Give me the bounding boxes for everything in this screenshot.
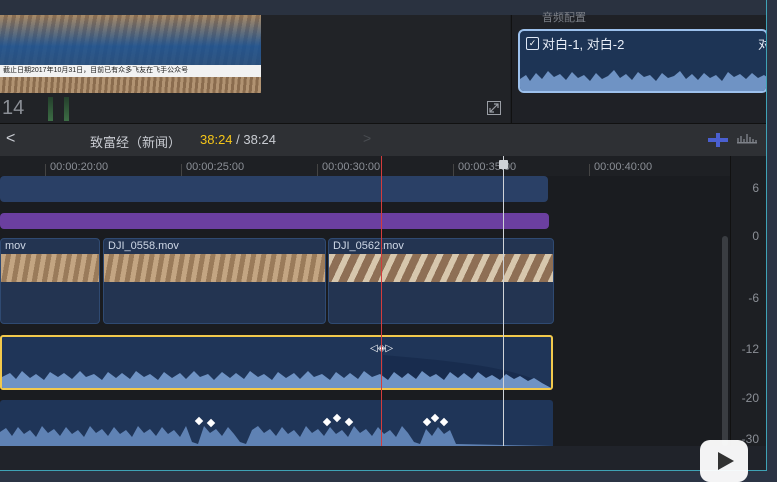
- viewer-caption: 截止日期2017年10月31日，目前已有众多飞友在飞手公众号: [0, 65, 261, 77]
- ruler-label: 00:00:25:00: [186, 161, 245, 173]
- role-waveform: [520, 70, 766, 91]
- app-window: 截止日期2017年10月31日，目前已有众多飞友在飞手公众号 14 音频配置 ✓…: [0, 0, 767, 471]
- meter-label: -20: [741, 391, 759, 405]
- meter-label: 0: [752, 229, 759, 243]
- playhead[interactable]: [381, 156, 382, 446]
- audio-snap-icon[interactable]: [737, 133, 757, 147]
- meter-label: -12: [741, 342, 759, 356]
- current-duration: 38:24: [200, 132, 233, 147]
- clip-filmstrip: [1, 254, 99, 282]
- selected-audio-clip[interactable]: [0, 335, 553, 390]
- forward-button[interactable]: >: [363, 130, 371, 146]
- ruler-label: 00:00:30:00: [322, 161, 381, 173]
- ruler-tick: [317, 164, 318, 176]
- ruler-tick: [181, 164, 182, 176]
- audio-meter-scale: 6 0 -6 -12 -20 -30: [722, 156, 766, 446]
- viewer-timecode: 14: [2, 97, 25, 119]
- viewer: 截止日期2017年10月31日，目前已有众多飞友在飞手公众号 14: [0, 15, 510, 123]
- role-card[interactable]: ✓ 对白-1, 对白-2 对: [518, 29, 766, 93]
- audio-waveform: [2, 355, 551, 388]
- viewer-field-image: [0, 77, 261, 93]
- skimmer[interactable]: [503, 156, 504, 446]
- project-name: 致富经（新闻）: [90, 135, 182, 150]
- back-button[interactable]: <: [6, 130, 15, 148]
- ruler-tick: [589, 164, 590, 176]
- audio-clip[interactable]: [0, 400, 553, 446]
- timeline-ruler[interactable]: 00:00:20:00 00:00:25:00 00:00:30:00 00:0…: [0, 156, 730, 176]
- timeline[interactable]: 00:00:20:00 00:00:25:00 00:00:30:00 00:0…: [0, 156, 730, 446]
- viewer-frame: 截止日期2017年10月31日，目前已有众多飞友在飞手公众号: [0, 15, 261, 93]
- bottom-bar: [0, 446, 766, 470]
- timeline-header: < 致富经（新闻） 38:24 / 38:24 >: [0, 123, 766, 156]
- meter-label: 6: [752, 181, 759, 195]
- meter-label: -6: [748, 291, 759, 305]
- clip-name: mov: [5, 240, 26, 252]
- role-label: 对白-1, 对白-2: [542, 37, 625, 52]
- audio-meter-left: [48, 97, 53, 121]
- connected-title-clip[interactable]: [0, 176, 548, 202]
- inspector-title: 音频配置: [542, 12, 586, 24]
- ruler-tick: [45, 164, 46, 176]
- skimming-icon[interactable]: [708, 133, 728, 147]
- play-icon[interactable]: [700, 440, 748, 482]
- total-duration: 38:24: [243, 132, 276, 147]
- role-checkbox[interactable]: ✓: [526, 37, 539, 50]
- clip-name: DJI_0562.mov: [333, 240, 404, 252]
- project-duration: 38:24 / 38:24: [200, 132, 276, 147]
- fullscreen-icon[interactable]: [487, 101, 501, 115]
- clip-name: DJI_0558.mov: [108, 240, 179, 252]
- connected-effect-clip[interactable]: [0, 213, 549, 229]
- audio-waveform: [0, 426, 553, 446]
- ruler-label: 00:00:40:00: [594, 161, 653, 173]
- top-strip: [0, 0, 766, 15]
- timeline-scrollbar[interactable]: [722, 236, 728, 446]
- video-clip[interactable]: DJI_0562.mov: [328, 238, 554, 324]
- skimmer-handle[interactable]: [499, 160, 508, 169]
- clip-filmstrip: [104, 254, 325, 282]
- role-label-overflow: 对: [758, 34, 766, 53]
- ruler-tick: [453, 164, 454, 176]
- video-clip[interactable]: mov: [0, 238, 100, 324]
- audio-meter-right: [64, 97, 69, 121]
- ruler-label: 00:00:20:00: [50, 161, 109, 173]
- clip-filmstrip: [329, 254, 553, 282]
- video-clip[interactable]: DJI_0558.mov: [103, 238, 326, 324]
- audio-inspector: 音频配置 ✓ 对白-1, 对白-2 对: [511, 12, 766, 123]
- duration-separator: /: [232, 132, 244, 147]
